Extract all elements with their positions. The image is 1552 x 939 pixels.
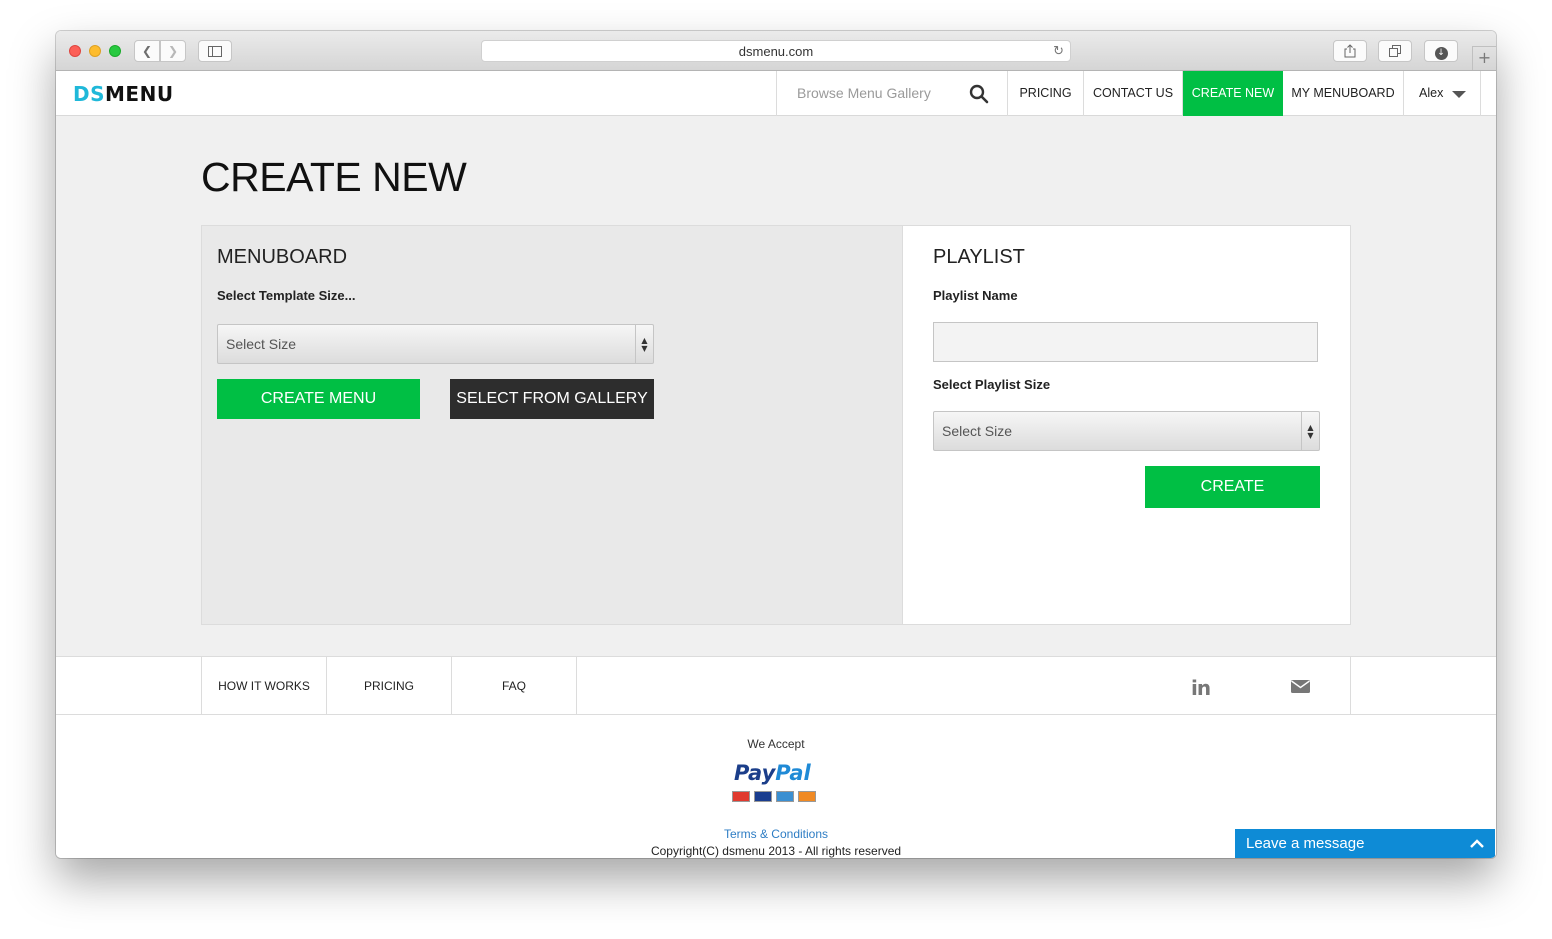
- download-icon: ↓: [1434, 47, 1448, 60]
- playlist-heading: PLAYLIST: [933, 246, 1025, 268]
- minimize-window-button[interactable]: [89, 45, 101, 57]
- user-menu[interactable]: Alex: [1404, 71, 1481, 116]
- leave-message-label: Leave a message: [1246, 835, 1365, 852]
- paypal-pay: Pay: [734, 761, 776, 785]
- we-accept-label: We Accept: [747, 737, 805, 751]
- visa-icon: [754, 791, 772, 802]
- chevron-left-icon: ❮: [141, 44, 153, 58]
- create-playlist-button[interactable]: CREATE: [1145, 466, 1320, 508]
- page-title: CREATE NEW: [201, 154, 467, 200]
- menuboard-panel: MENUBOARD Select Template Size... Select…: [201, 225, 902, 625]
- share-icon: [1344, 44, 1356, 58]
- sidebar-toggle-button[interactable]: [198, 40, 232, 62]
- terms-link-text[interactable]: Terms & Conditions: [724, 827, 828, 841]
- paypal-pal: Pal: [775, 761, 811, 785]
- zoom-window-button[interactable]: [109, 45, 121, 57]
- create-menu-button[interactable]: CREATE MENU: [217, 379, 420, 419]
- footer-pricing[interactable]: PRICING: [327, 657, 452, 715]
- nav-my-menuboard[interactable]: MY MENUBOARD: [1283, 71, 1404, 116]
- playlist-name-input[interactable]: [933, 322, 1318, 362]
- plus-icon: +: [1477, 48, 1492, 67]
- select-from-gallery-button[interactable]: SELECT FROM GALLERY: [450, 379, 654, 419]
- paypal-logo: PayPal: [734, 761, 811, 785]
- template-size-select[interactable]: Select Size ▲ ▼: [217, 324, 654, 364]
- playlist-panel: PLAYLIST Playlist Name Select Playlist S…: [902, 225, 1351, 625]
- browser-toolbar: ❮ ❯ dsmenu.com ↻ ↓ +: [56, 31, 1496, 71]
- logo-menu: MENU: [105, 82, 174, 106]
- amex-icon: [776, 791, 794, 802]
- caret-down-icon: [1452, 91, 1466, 98]
- downloads-button[interactable]: ↓: [1424, 40, 1458, 62]
- logo-ds: DS: [73, 82, 106, 106]
- new-tab-button[interactable]: +: [1472, 46, 1496, 70]
- user-name: Alex: [1419, 86, 1444, 100]
- share-button[interactable]: [1333, 40, 1367, 62]
- template-size-value: Select Size: [226, 336, 297, 352]
- url-text: dsmenu.com: [738, 44, 814, 59]
- main-content: CREATE NEW MENUBOARD Select Template Siz…: [56, 116, 1496, 656]
- chevron-up-icon[interactable]: [1469, 836, 1485, 852]
- back-button[interactable]: ❮: [134, 40, 160, 62]
- search-icon[interactable]: [969, 84, 989, 104]
- select-arrows-icon: ▲ ▼: [635, 325, 653, 363]
- select-arrows-icon: ▲ ▼: [1301, 412, 1319, 450]
- site-header: DSMENU Browse Menu Gallery PRICING CONTA…: [56, 71, 1496, 116]
- discover-icon: [798, 791, 816, 802]
- footer-how-it-works[interactable]: HOW IT WORKS: [201, 657, 327, 715]
- playlist-size-select[interactable]: Select Size ▲ ▼: [933, 411, 1320, 451]
- playlist-size-value: Select Size: [942, 423, 1013, 439]
- nav-create-new[interactable]: CREATE NEW: [1183, 71, 1283, 116]
- close-window-button[interactable]: [69, 45, 81, 57]
- sidebar-icon: [208, 46, 222, 57]
- chevron-right-icon: ❯: [167, 44, 179, 58]
- linkedin-icon[interactable]: in: [1191, 676, 1211, 700]
- menuboard-heading: MENUBOARD: [217, 246, 348, 268]
- footer-faq[interactable]: FAQ: [452, 657, 577, 715]
- nav-contact-us[interactable]: CONTACT US: [1084, 71, 1183, 116]
- gallery-search[interactable]: Browse Menu Gallery: [776, 71, 1008, 116]
- template-size-label: Select Template Size...: [217, 288, 356, 303]
- mastercard-icon: [732, 791, 750, 802]
- browser-window: ❮ ❯ dsmenu.com ↻ ↓ + DSMENU Browse Menu …: [56, 31, 1496, 858]
- search-input[interactable]: Browse Menu Gallery: [797, 85, 931, 101]
- mail-icon[interactable]: [1291, 680, 1310, 693]
- nav-pricing[interactable]: PRICING: [1008, 71, 1084, 116]
- footer-nav: HOW IT WORKS PRICING FAQ in: [56, 656, 1496, 715]
- reload-icon[interactable]: ↻: [1053, 41, 1064, 62]
- playlist-name-label: Playlist Name: [933, 288, 1018, 303]
- address-bar[interactable]: dsmenu.com ↻: [481, 40, 1071, 62]
- footer-divider: [1350, 657, 1351, 715]
- playlist-size-label: Select Playlist Size: [933, 377, 1051, 392]
- show-tabs-button[interactable]: [1378, 40, 1412, 62]
- tabs-icon: [1388, 45, 1401, 57]
- leave-message-widget[interactable]: Leave a message: [1235, 829, 1495, 858]
- dsmenu-logo[interactable]: DSMENU: [73, 82, 174, 106]
- forward-button[interactable]: ❯: [160, 40, 186, 62]
